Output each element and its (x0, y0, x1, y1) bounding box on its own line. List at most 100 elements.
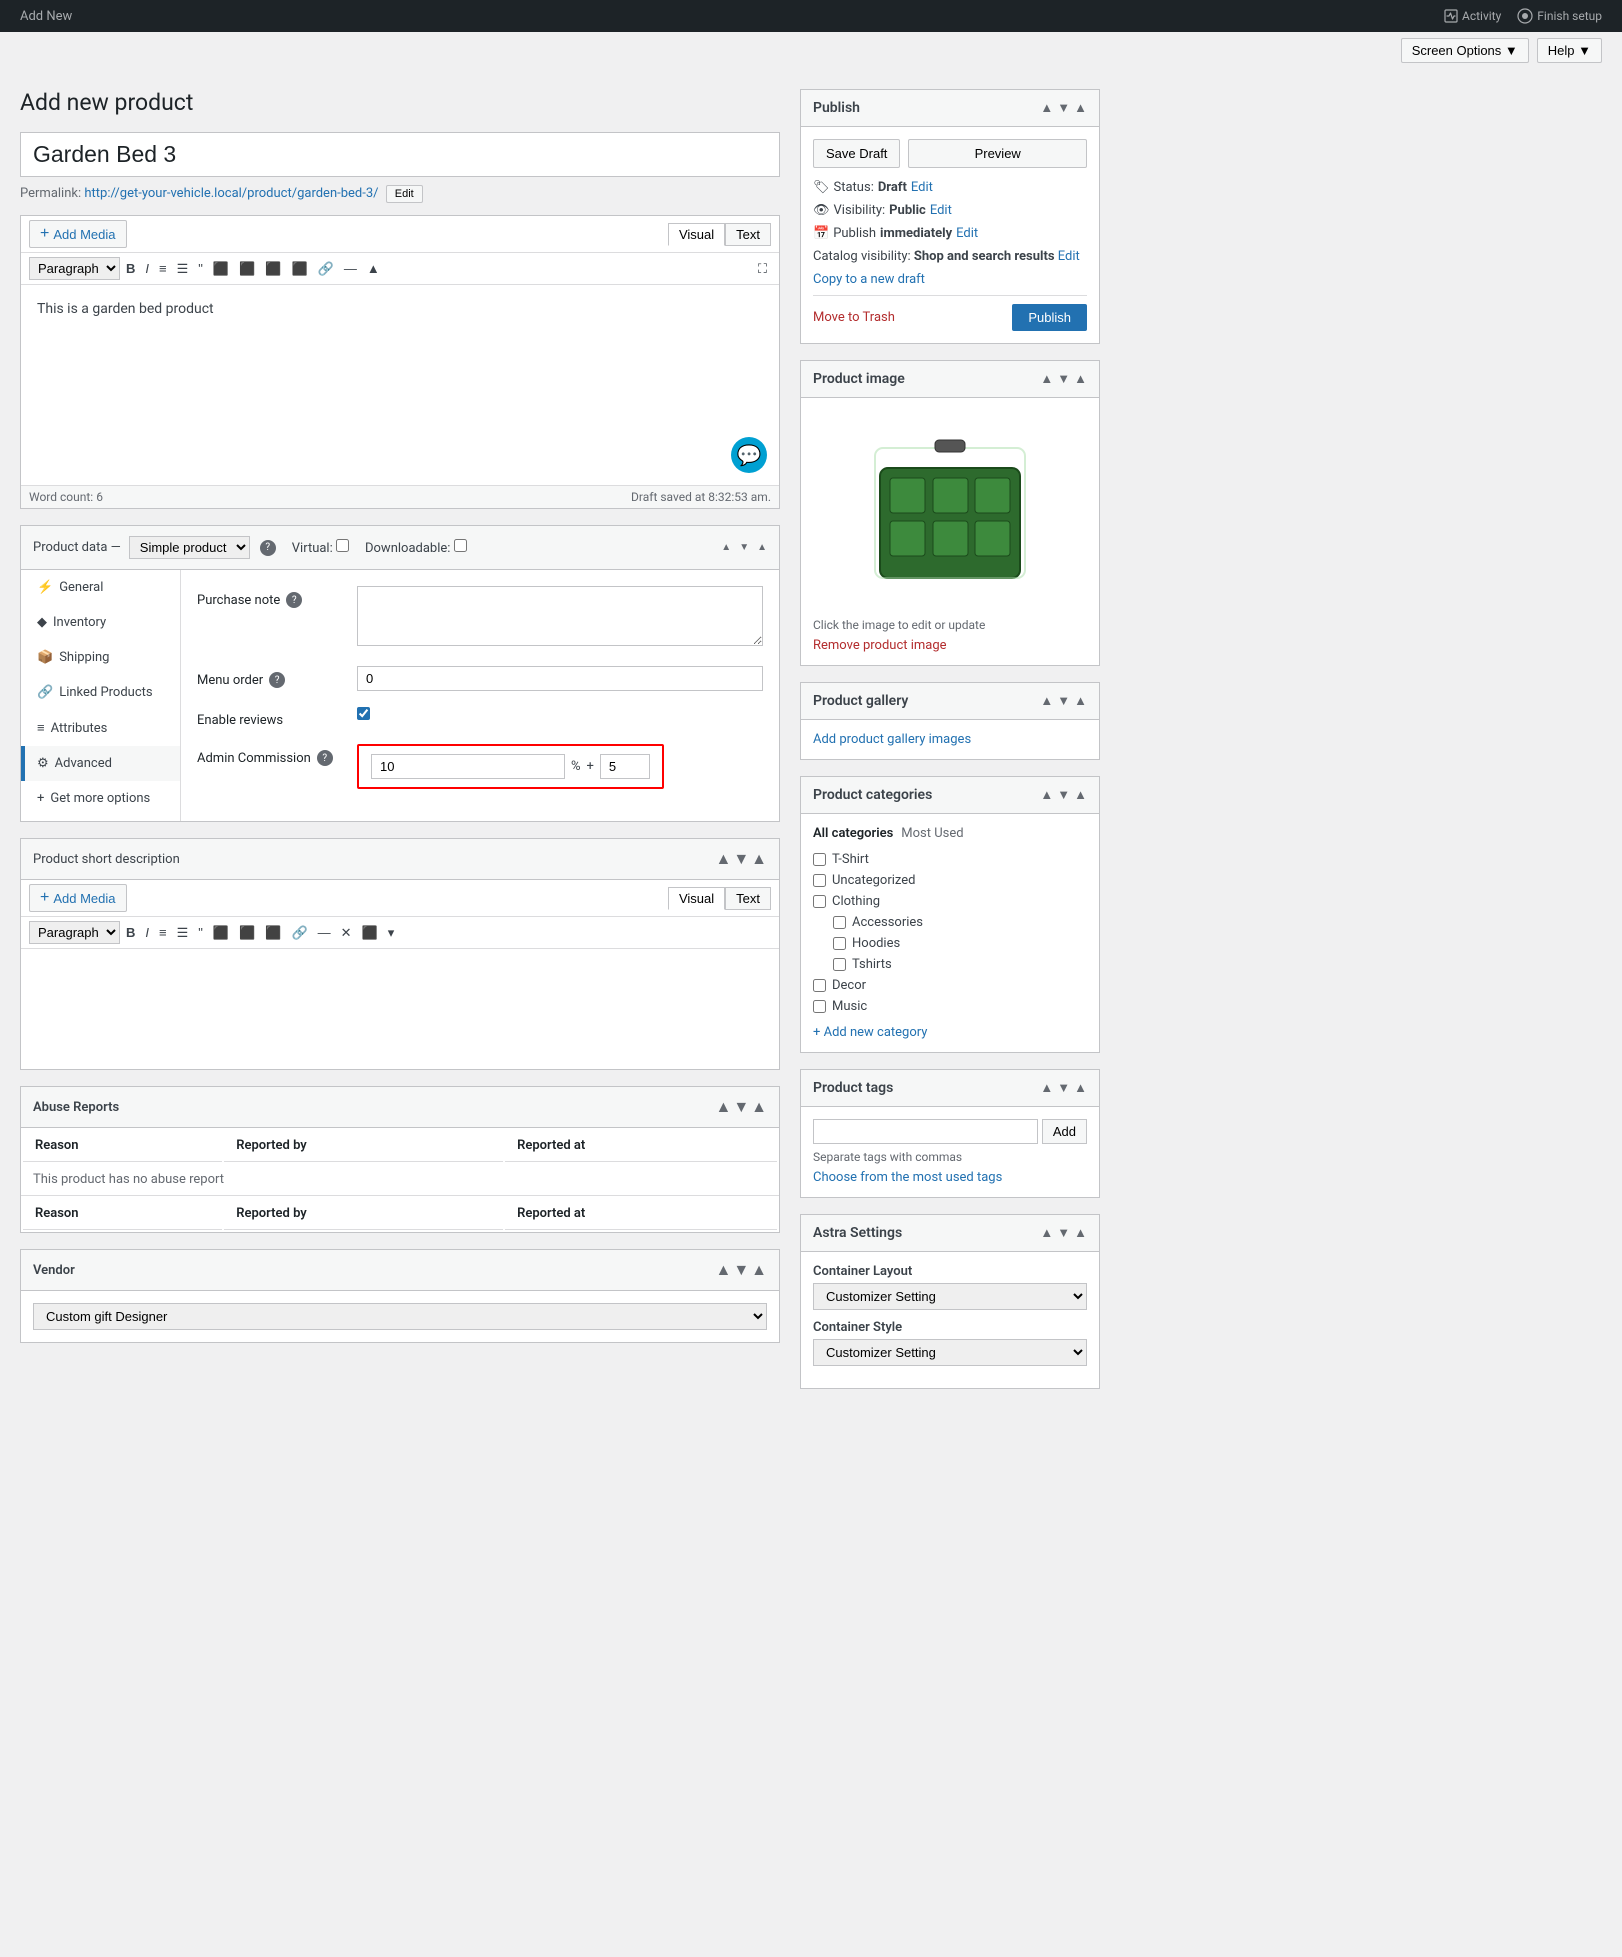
cat-music-checkbox[interactable] (813, 1000, 826, 1013)
vendor-select[interactable]: Custom gift Designer (33, 1303, 767, 1330)
virtual-checkbox[interactable] (336, 539, 349, 552)
sd-blockquote-btn[interactable]: " (194, 923, 207, 942)
product-type-help[interactable]: ? (260, 540, 276, 556)
permalink-url[interactable]: http://get-your-vehicle.local/product/ga… (84, 186, 378, 201)
sd-italic-btn[interactable]: I (141, 923, 153, 942)
cat-hoodies-checkbox[interactable] (833, 937, 846, 950)
help-btn[interactable]: Help ▼ (1537, 38, 1602, 63)
preview-btn[interactable]: Preview (908, 139, 1087, 168)
tags-most-used-link[interactable]: Choose from the most used tags (813, 1170, 1002, 1185)
unordered-list-btn[interactable]: ≡ (155, 259, 171, 278)
pt-collapse-up[interactable]: ▲ (1040, 1080, 1053, 1096)
pd-collapse-up[interactable]: ▲ (721, 542, 731, 553)
pt-collapse-x[interactable]: ▲ (1074, 1080, 1087, 1096)
ordered-list-btn[interactable]: ☰ (173, 259, 193, 279)
cat-accessories-checkbox[interactable] (833, 916, 846, 929)
container-layout-select[interactable]: Customizer Setting (813, 1283, 1087, 1310)
activity-btn[interactable]: Activity (1444, 9, 1501, 23)
pg-collapse-up[interactable]: ▲ (1040, 693, 1053, 709)
v-collapse-x[interactable]: ▲ (751, 1260, 767, 1280)
toolbar-toggle-btn[interactable]: ▲ (363, 259, 384, 278)
ar-collapse-down[interactable]: ▼ (733, 1097, 749, 1117)
align-left-btn[interactable]: ⬛ (209, 259, 233, 279)
text-tab[interactable]: Text (725, 223, 771, 246)
purchase-note-input[interactable] (357, 586, 763, 646)
sd-ar-btn[interactable]: ⬛ (261, 923, 285, 943)
container-style-select[interactable]: Customizer Setting (813, 1339, 1087, 1366)
cat-tab-all[interactable]: All categories (813, 826, 893, 841)
as-collapse-down[interactable]: ▼ (1057, 1225, 1070, 1241)
sd-more2-btn[interactable]: ▾ (384, 923, 399, 943)
chat-bubble[interactable]: 💬 (731, 437, 767, 473)
add-tag-btn[interactable]: Add (1042, 1119, 1087, 1144)
purchase-note-help[interactable]: ? (286, 592, 302, 608)
visual-tab[interactable]: Visual (668, 223, 725, 246)
sd-paragraph-select[interactable]: Paragraph (29, 921, 120, 944)
cat-clothing-checkbox[interactable] (813, 895, 826, 908)
fullscreen-btn[interactable]: ⛶ (754, 259, 771, 279)
sd-ol-btn[interactable]: ☰ (173, 923, 193, 943)
cat-uncategorized-checkbox[interactable] (813, 874, 826, 887)
as-collapse-x[interactable]: ▲ (1074, 1225, 1087, 1241)
tags-input[interactable] (813, 1119, 1038, 1144)
blockquote-btn[interactable]: " (194, 259, 207, 278)
bold-btn[interactable]: B (122, 259, 139, 278)
pc-collapse-up[interactable]: ▲ (1040, 787, 1053, 803)
publish-collapse-x[interactable]: ▲ (1074, 100, 1087, 116)
sd-ac-btn[interactable]: ⬛ (235, 923, 259, 943)
pg-collapse-down[interactable]: ▼ (1057, 693, 1070, 709)
ar-collapse-x[interactable]: ▲ (751, 1097, 767, 1117)
v-collapse-up[interactable]: ▲ (715, 1260, 731, 1280)
sd-collapse-up[interactable]: ▲ (715, 849, 731, 869)
finish-setup-btn[interactable]: Finish setup (1517, 8, 1602, 24)
add-new-label[interactable]: Add New (20, 9, 72, 24)
save-draft-btn[interactable]: Save Draft (813, 139, 900, 168)
admin-commission-help[interactable]: ? (317, 750, 333, 766)
paragraph-select[interactable]: Paragraph (29, 257, 120, 280)
v-collapse-down[interactable]: ▼ (733, 1260, 749, 1280)
italic-btn[interactable]: I (141, 259, 153, 278)
add-gallery-link[interactable]: Add product gallery images (813, 732, 971, 747)
align-right-btn[interactable]: ⬛ (261, 259, 285, 279)
screen-options-btn[interactable]: Screen Options ▼ (1401, 38, 1529, 63)
pt-collapse-down[interactable]: ▼ (1057, 1080, 1070, 1096)
publish-collapse-down[interactable]: ▼ (1057, 100, 1070, 116)
pi-collapse-x[interactable]: ▲ (1074, 371, 1087, 387)
sd-text-tab[interactable]: Text (725, 887, 771, 910)
enable-reviews-checkbox[interactable] (357, 707, 370, 720)
remove-image-link[interactable]: Remove product image (813, 638, 1087, 653)
cat-tshirts-checkbox[interactable] (833, 958, 846, 971)
permalink-edit-btn[interactable]: Edit (386, 185, 423, 203)
add-media-btn[interactable]: + Add Media (29, 220, 127, 248)
add-category-link[interactable]: + Add new category (813, 1025, 927, 1040)
sd-del-btn[interactable]: ✕ (337, 923, 356, 943)
move-to-trash-link[interactable]: Move to Trash (813, 310, 895, 325)
sidebar-item-get-more[interactable]: + Get more options (21, 781, 180, 816)
pg-collapse-x[interactable]: ▲ (1074, 693, 1087, 709)
post-title-input[interactable] (33, 141, 767, 168)
sd-collapse-down[interactable]: ▼ (733, 849, 749, 869)
sidebar-item-attributes[interactable]: ≡ Attributes (21, 710, 180, 746)
cat-tab-most-used[interactable]: Most Used (901, 826, 963, 841)
sidebar-item-advanced[interactable]: ⚙ Advanced (21, 746, 180, 781)
pd-collapse-down[interactable]: ▼ (739, 542, 749, 553)
editor-content[interactable]: This is a garden bed product (21, 285, 779, 485)
sd-collapse-x[interactable]: ▲ (751, 849, 767, 869)
sd-more-btn[interactable]: — (314, 923, 335, 942)
menu-order-input[interactable] (357, 666, 763, 691)
sidebar-item-inventory[interactable]: ◆ Inventory (21, 605, 180, 640)
copy-draft-link[interactable]: Copy to a new draft (813, 272, 1087, 287)
visibility-edit-link[interactable]: Edit (930, 203, 952, 218)
product-image-area[interactable] (813, 410, 1087, 610)
link-btn[interactable]: 🔗 (314, 259, 338, 279)
status-edit-link[interactable]: Edit (911, 180, 933, 195)
sd-bold-btn[interactable]: B (122, 923, 139, 942)
pd-collapse-x[interactable]: ▲ (757, 542, 767, 553)
pc-collapse-x[interactable]: ▲ (1074, 787, 1087, 803)
short-desc-content[interactable] (21, 949, 779, 1069)
align-center-btn[interactable]: ⬛ (235, 259, 259, 279)
cat-tshirt-checkbox[interactable] (813, 853, 826, 866)
sd-visual-tab[interactable]: Visual (668, 887, 725, 910)
sd-link-btn[interactable]: 🔗 (287, 923, 311, 943)
insert-more-btn[interactable]: — (340, 259, 361, 278)
